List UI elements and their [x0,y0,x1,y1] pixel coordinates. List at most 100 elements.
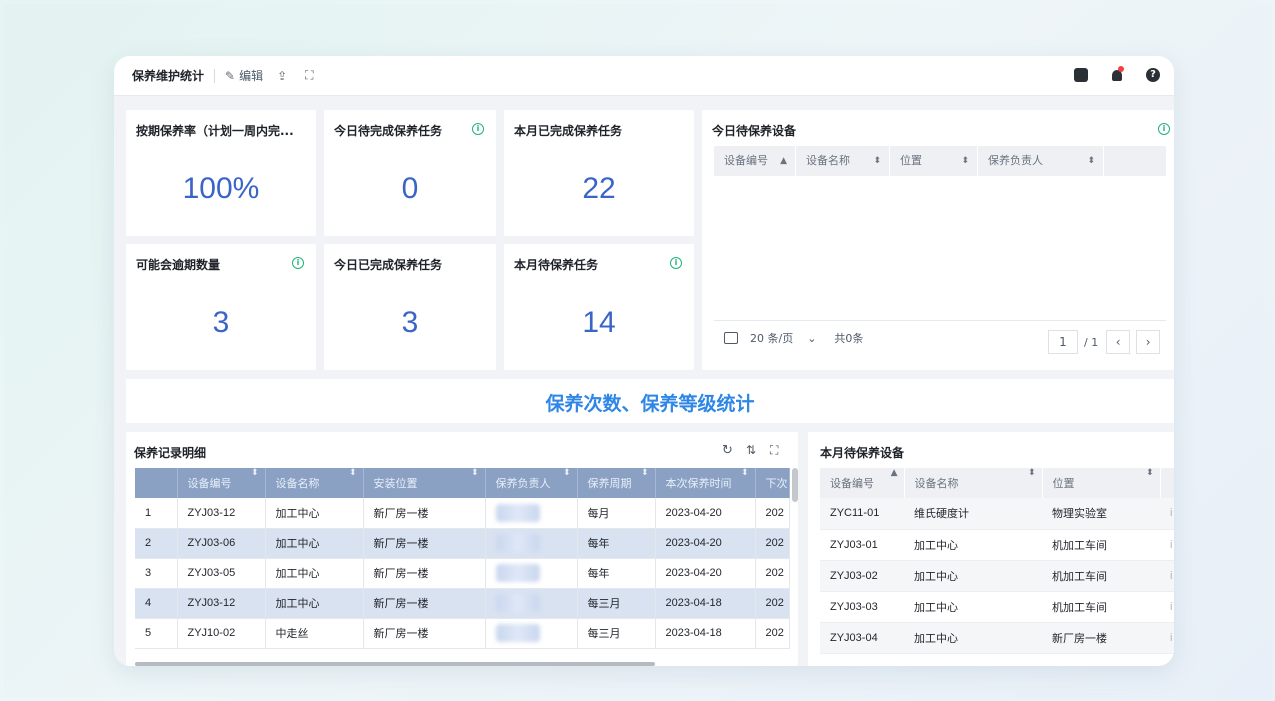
kpi-value: 22 [582,172,616,205]
kpi-label: 可能会逾期数量 [136,258,221,272]
table-row[interactable]: ZYJ03-01 加工中心 机加工车间 i [820,529,1174,561]
column-header[interactable]: 本次保养时间 ⬍ [655,468,756,498]
info-icon[interactable]: i [670,257,682,269]
sort-icon: ⬍ [1087,156,1095,166]
records-panel: 保养记录明细 ↻ ⇅ ⛶ 设备编号 ⬍ 设备名称 ⬍ 安装位置 ⬍ 保养负责人 ⬍ 保养… [126,432,798,666]
panel-title: 本月待保养设备 [820,446,905,460]
fullscreen-icon[interactable]: ⛶ [770,443,778,458]
prev-page-button[interactable]: ‹ [1106,330,1131,354]
kpi-card-may-overdue: 可能会逾期数量 i 3 [126,244,316,370]
kpi-card-month-pending: 本月待保养任务 i 14 [504,244,694,370]
background-frame: 保养维护统计 ✎ 编辑 ⇪ ⛶ ? 按期保养率（计划一周内完... 100% 今… [4,4,1271,697]
pagination-right: 1 / 1 ‹ › [1048,330,1161,354]
redacted-name [495,594,540,612]
fullscreen-button[interactable]: ⛶ [305,68,317,83]
kpi-label: 本月已完成保养任务 [514,124,623,138]
table-row[interactable]: ZYJ03-03 加工中心 机加工车间 i [820,591,1174,623]
columns-icon[interactable] [724,332,738,344]
sort-icon: ⬍ [873,156,881,166]
table-row[interactable]: ZYJ03-02 加工中心 机加工车间 i [820,560,1174,592]
table-row[interactable]: 4 ZYJ03-12 加工中心 新厂房一楼 每三月 2023-04-18 202 [135,588,790,619]
edit-label: 编辑 [239,69,264,83]
column-header[interactable]: 设备编号 ⬍ [177,468,266,498]
today-devices-panel: 今日待保养设备 i 设备编号 ▲ 设备名称 ⬍ 位置 ⬍ 保养负责人 ⬍ 20 条/页 … [702,110,1174,370]
column-header[interactable]: 位置 ⬍ [1042,468,1161,498]
table-row[interactable]: 2 ZYJ03-06 加工中心 新厂房一楼 每年 2023-04-20 202 [135,528,790,559]
export-button[interactable]: ⇪ [277,69,291,83]
column-header [1104,146,1166,176]
column-header[interactable]: 下次 [755,468,790,498]
kpi-value: 3 [401,306,419,339]
table-row[interactable]: 5 ZYJ10-02 中走丝 新厂房一楼 每三月 2023-04-18 202 [135,618,790,649]
banner-title: 保养次数、保养等级统计 [545,393,755,415]
column-header[interactable]: 设备名称 ⬍ [904,468,1043,498]
kpi-value: 14 [582,306,616,339]
table-header: 设备编号 ⬍ 设备名称 ⬍ 安装位置 ⬍ 保养负责人 ⬍ 保养周期 ⬍ 本次保养时间 ⬍ 下… [135,468,790,498]
column-header[interactable]: 位置 ⬍ [890,146,978,176]
kpi-value: 100% [182,172,260,205]
column-header[interactable]: 设备编号 ▲ [714,146,796,176]
bell-icon[interactable] [1110,66,1124,82]
page-input[interactable]: 1 [1048,330,1078,354]
kpi-label: 本月待保养任务 [514,258,599,272]
kpi-card-on-time-rate: 按期保养率（计划一周内完... 100% [126,110,316,236]
dashboard-window: 保养维护统计 ✎ 编辑 ⇪ ⛶ ? 按期保养率（计划一周内完... 100% 今… [114,56,1174,666]
table-header: 设备编号 ▲ 设备名称 ⬍ 位置 ⬍ [820,468,1174,498]
panel-title: 今日待保养设备 [712,124,797,138]
kpi-value: 3 [212,306,230,339]
column-header[interactable] [1160,468,1174,498]
table-row[interactable]: ZYJ03-04 加工中心 新厂房一楼 i [820,622,1174,654]
info-icon[interactable]: i [472,123,484,135]
month-devices-panel: 本月待保养设备 设备编号 ▲ 设备名称 ⬍ 位置 ⬍ ZYC11-01 维氏硬度计 物理实… [808,432,1174,666]
column-header[interactable]: 设备名称 ⬍ [796,146,890,176]
sort-list-icon[interactable]: ⇅ [746,443,756,457]
page-size[interactable]: 20 条/页 [750,330,793,346]
table-row[interactable]: 1 ZYJ03-12 加工中心 新厂房一楼 每月 2023-04-20 202 [135,498,790,529]
sort-asc-icon: ▲ [780,156,787,166]
column-header[interactable]: 保养周期 ⬍ [577,468,656,498]
column-header[interactable]: 保养负责人 ⬍ [978,146,1104,176]
pencil-icon: ✎ [225,68,236,83]
upload-icon: ⇪ [277,68,288,83]
table-row[interactable]: ZYC11-01 维氏硬度计 物理实验室 i [820,498,1174,530]
panel-icon[interactable] [1074,68,1088,82]
toolbar: 保养维护统计 ✎ 编辑 ⇪ ⛶ ? [114,56,1174,96]
refresh-icon[interactable]: ↻ [722,443,733,458]
chevron-down-icon[interactable]: ⌄ [807,332,816,345]
table-header: 设备编号 ▲ 设备名称 ⬍ 位置 ⬍ 保养负责人 ⬍ [714,146,1166,176]
info-icon[interactable]: i [292,257,304,269]
kpi-label: 今日已完成保养任务 [334,258,443,272]
kpi-card-today-pending: 今日待完成保养任务 i 0 [324,110,496,236]
column-header[interactable]: 设备名称 ⬍ [265,468,364,498]
column-header[interactable]: 保养负责人 ⬍ [485,468,578,498]
column-header[interactable]: 安装位置 ⬍ [363,468,486,498]
kpi-card-today-done: 今日已完成保养任务 3 [324,244,496,370]
vertical-scrollbar[interactable] [792,468,798,502]
column-header [135,468,178,498]
help-icon[interactable]: ? [1146,68,1160,82]
kpi-value: 0 [401,172,419,205]
page-total: / 1 [1084,335,1099,349]
total-count: 共0条 [834,332,864,345]
table-row[interactable]: 3 ZYJ03-05 加工中心 新厂房一楼 每年 2023-04-20 202 [135,558,790,589]
column-header[interactable]: 设备编号 ▲ [820,468,905,498]
panel-title: 保养记录明细 [134,446,207,460]
sort-icon: ⬍ [961,156,969,166]
redacted-name [495,564,540,582]
info-icon[interactable]: i [1158,123,1170,135]
divider [714,320,1166,321]
records-table: 设备编号 ⬍ 设备名称 ⬍ 安装位置 ⬍ 保养负责人 ⬍ 保养周期 ⬍ 本次保养时间 ⬍ 下… [135,468,790,649]
kpi-label: 按期保养率（计划一周内完... [136,124,294,138]
month-devices-table: 设备编号 ▲ 设备名称 ⬍ 位置 ⬍ ZYC11-01 维氏硬度计 物理实验室 i ZYJ0… [820,468,1174,654]
next-page-button[interactable]: › [1136,330,1161,354]
page-title: 保养维护统计 [132,69,205,83]
kpi-label: 今日待完成保养任务 [334,124,443,138]
pagination-left: 20 条/页 ⌄ 共0条 [724,330,863,346]
edit-button[interactable]: ✎ 编辑 [225,67,263,84]
redacted-name [495,624,540,642]
section-banner: 保养次数、保养等级统计 [126,379,1174,423]
horizontal-scrollbar[interactable] [135,662,655,666]
redacted-name [495,534,540,552]
redacted-name [495,503,540,522]
divider [214,68,216,83]
